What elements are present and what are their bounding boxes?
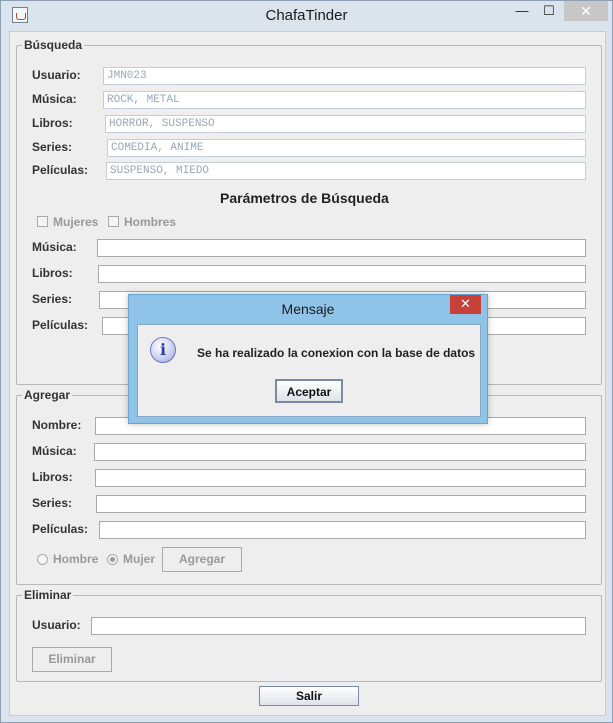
agregar-libros-label: Libros: [32,470,73,484]
aceptar-button[interactable]: Aceptar [275,379,343,403]
agregar-peliculas-label: Películas: [32,522,89,536]
usuario-label: Usuario: [32,68,81,82]
eliminar-usuario-input[interactable] [91,617,586,635]
dialog-close-button[interactable]: ✕ [450,295,481,314]
dialog-message: Se ha realizado la conexion con la base … [197,346,476,360]
series-field[interactable]: COMEDIA, ANIME [107,139,586,157]
usuario-field[interactable]: JMN023 [103,67,586,85]
mujeres-checkbox[interactable] [37,216,48,227]
musica-label: Música: [32,92,77,106]
maximize-button[interactable]: ☐ [538,1,560,21]
agregar-musica-input[interactable] [94,443,586,461]
musica-field[interactable]: ROCK, METAL [103,91,586,109]
close-button[interactable]: ✕ [564,1,608,21]
agregar-series-label: Series: [32,496,73,510]
param-peliculas-label: Películas: [32,318,89,332]
agregar-libros-input[interactable] [95,469,586,487]
param-musica-label: Música: [32,240,77,254]
mensaje-dialog: Mensaje ✕ i Se ha realizado la conexion … [128,294,488,424]
dialog-body: i Se ha realizado la conexion con la bas… [137,324,481,417]
info-icon: i [150,337,176,363]
mujeres-label: Mujeres [53,215,99,229]
agregar-group-title: Agregar [22,388,73,402]
param-series-label: Series: [32,292,73,306]
hombre-label: Hombre [53,552,99,566]
busqueda-group-title: Búsqueda [22,38,85,52]
hombre-radio[interactable] [37,554,48,565]
minimize-button[interactable]: — [511,1,533,21]
mujer-label: Mujer [123,552,156,566]
mujer-radio[interactable] [107,554,118,565]
peliculas-field[interactable]: SUSPENSO, MIEDO [106,162,586,180]
agregar-series-input[interactable] [96,495,586,513]
hombres-checkbox[interactable] [108,216,119,227]
eliminar-group-title: Eliminar [22,588,74,602]
peliculas-label: Películas: [32,163,89,177]
salir-button[interactable]: Salir [259,686,359,706]
param-musica-input[interactable] [97,239,586,257]
series-label: Series: [32,140,73,154]
title-bar[interactable]: ChafaTinder — ☐ ✕ [1,1,612,31]
agregar-musica-label: Música: [32,444,77,458]
hombres-label: Hombres [124,215,177,229]
eliminar-button[interactable]: Eliminar [32,647,112,672]
libros-field[interactable]: HORROR, SUSPENSO [105,115,586,133]
param-libros-input[interactable] [98,265,586,283]
nombre-label: Nombre: [32,418,82,432]
libros-label: Libros: [32,116,73,130]
param-libros-label: Libros: [32,266,73,280]
eliminar-usuario-label: Usuario: [32,618,81,632]
dialog-title: Mensaje [281,301,335,317]
parametros-heading: Parámetros de Búsqueda [220,190,389,206]
agregar-peliculas-input[interactable] [99,521,586,539]
agregar-button[interactable]: Agregar [162,547,242,572]
